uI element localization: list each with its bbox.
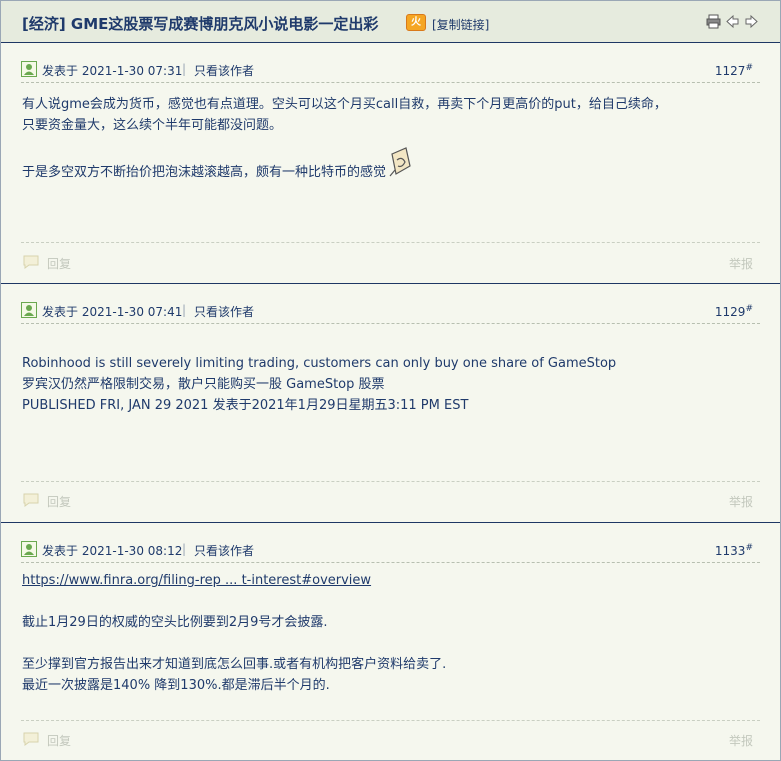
reply-button[interactable]: 回复 bbox=[47, 732, 71, 749]
author-only-link[interactable]: 只看该作者 bbox=[194, 62, 254, 79]
prev-thread-icon[interactable] bbox=[725, 14, 740, 29]
floor-number[interactable]: 1127# bbox=[715, 63, 753, 78]
reply-icon[interactable] bbox=[23, 493, 39, 507]
meta-separator: | bbox=[182, 542, 187, 556]
reply-button[interactable]: 回复 bbox=[47, 255, 71, 272]
report-button[interactable]: 举报 bbox=[729, 255, 753, 272]
post-line: PUBLISHED FRI, JAN 29 2021 发表于2021年1月29日… bbox=[22, 398, 469, 413]
user-online-icon bbox=[21, 541, 37, 557]
meta-divider bbox=[21, 562, 760, 563]
post-line: 于是多空双方不断抬价把泡沫越滚越高，颇有一种比特币的感觉 bbox=[22, 146, 760, 183]
post-1133: 发表于 2021-1-30 08:12 | 只看该作者 1133# https:… bbox=[1, 524, 780, 760]
finra-link[interactable]: https://www.finra.org/filing-rep ... t-i… bbox=[22, 573, 371, 588]
post-date: 发表于 2021-1-30 07:41 bbox=[42, 305, 183, 319]
copy-link-button[interactable]: [复制链接] bbox=[432, 16, 489, 33]
post-1127: 发表于 2021-1-30 07:31 | 只看该作者 1127# 有人说gme… bbox=[1, 44, 780, 284]
meta-separator: | bbox=[182, 303, 187, 317]
reply-button[interactable]: 回复 bbox=[47, 493, 71, 510]
thread-title: [经济] GME这股票写成赛博朋克风小说电影一定出彩 bbox=[22, 15, 379, 33]
user-online-icon bbox=[21, 302, 37, 318]
post-line: 最近一次披露是140% 降到130%.都是滞后半个月的. bbox=[22, 678, 330, 693]
floor-number[interactable]: 1133# bbox=[715, 543, 753, 558]
report-button[interactable]: 举报 bbox=[729, 732, 753, 749]
hot-icon: 火 bbox=[406, 14, 426, 31]
foot-divider bbox=[21, 242, 760, 243]
post-meta: 发表于 2021-1-30 08:12 | 只看该作者 1133# bbox=[1, 524, 780, 563]
post-line: 至少撑到官方报告出来才知道到底怎么回事.或者有机构把客户资料给卖了. bbox=[22, 657, 447, 672]
print-icon[interactable] bbox=[706, 14, 721, 29]
floor-number[interactable]: 1129# bbox=[715, 304, 753, 319]
meta-divider bbox=[21, 323, 760, 324]
post-date: 发表于 2021-1-30 07:31 bbox=[42, 64, 183, 78]
post-meta: 发表于 2021-1-30 07:31 | 只看该作者 1127# bbox=[1, 44, 780, 83]
header-tools bbox=[706, 14, 759, 29]
post-line: Robinhood is still severely limiting tra… bbox=[22, 356, 617, 371]
post-1129: 发表于 2021-1-30 07:41 | 只看该作者 1129# Robinh… bbox=[1, 285, 780, 523]
post-line: 只要资金量大，这么续个半年可能都没问题。 bbox=[22, 118, 283, 133]
post-meta: 发表于 2021-1-30 07:41 | 只看该作者 1129# bbox=[1, 285, 780, 324]
report-button[interactable]: 举报 bbox=[729, 493, 753, 510]
thread-header: [经济] GME这股票写成赛博朋克风小说电影一定出彩 火 [复制链接] bbox=[1, 1, 780, 43]
post-body: https://www.finra.org/filing-rep ... t-i… bbox=[22, 570, 760, 696]
reply-icon[interactable] bbox=[23, 255, 39, 269]
user-online-icon bbox=[21, 61, 37, 77]
foot-divider bbox=[21, 481, 760, 482]
post-line: 有人说gme会成为货币，感觉也有点道理。空头可以这个月买call自救，再卖下个月… bbox=[22, 97, 667, 112]
foot-divider bbox=[21, 720, 760, 721]
reply-icon[interactable] bbox=[23, 732, 39, 746]
post-body: 有人说gme会成为货币，感觉也有点道理。空头可以这个月买call自救，再卖下个月… bbox=[22, 94, 760, 183]
post-date: 发表于 2021-1-30 08:12 bbox=[42, 544, 183, 558]
post-line: 截止1月29日的权威的空头比例要到2月9号才会披露. bbox=[22, 615, 328, 630]
post-body: Robinhood is still severely limiting tra… bbox=[22, 353, 760, 416]
meta-separator: | bbox=[182, 62, 187, 76]
post-line: https://www.finra.org/filing-rep ... t-i… bbox=[22, 570, 760, 591]
emoticon-icon bbox=[389, 147, 411, 177]
author-only-link[interactable]: 只看该作者 bbox=[194, 542, 254, 559]
meta-divider bbox=[21, 82, 760, 83]
next-thread-icon[interactable] bbox=[744, 14, 759, 29]
post-line: 罗宾汉仍然严格限制交易，散户只能购买一股 GameStop 股票 bbox=[22, 377, 385, 392]
author-only-link[interactable]: 只看该作者 bbox=[194, 303, 254, 320]
